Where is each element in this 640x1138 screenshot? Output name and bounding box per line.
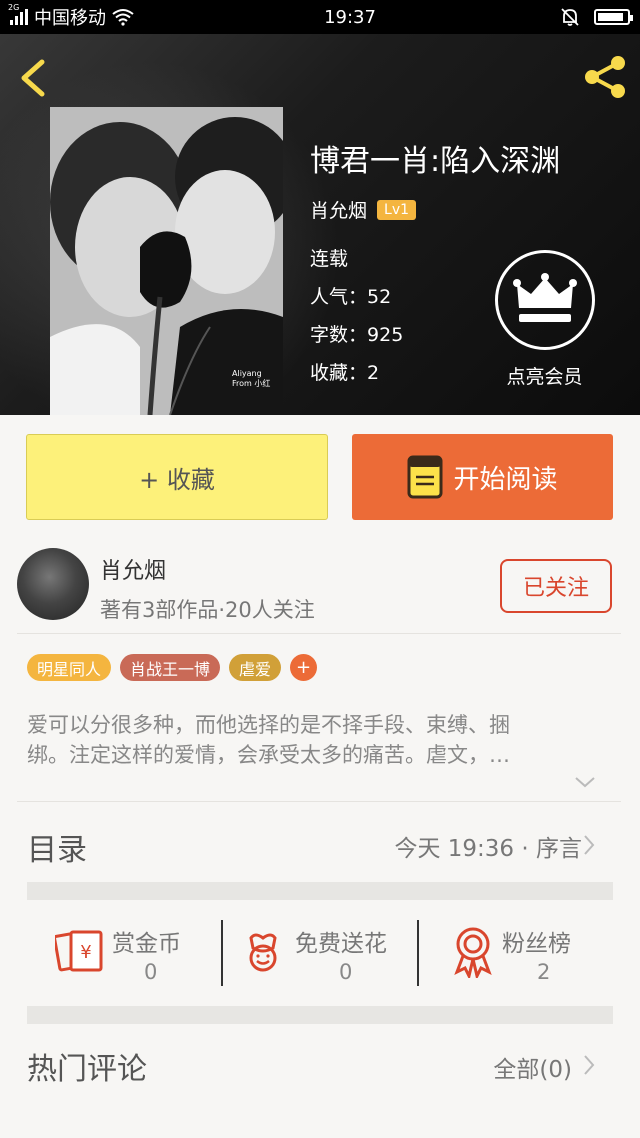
chevron-right-icon [584, 835, 595, 855]
reward-count: 2 [537, 960, 551, 984]
popularity-label: 人气： [310, 286, 368, 308]
vip-button[interactable]: 点亮会员 [492, 250, 597, 390]
word-count-stat: 字数：925 [310, 320, 403, 347]
reward-count: 0 [144, 960, 158, 984]
book-author[interactable]: 肖允烟 [310, 196, 367, 223]
start-reading-button[interactable]: 开始阅读 [352, 434, 613, 520]
chevron-right-icon [584, 1055, 595, 1075]
signal-icon: 2G [8, 3, 28, 25]
cover-watermark: Aliyang From 小红 [232, 369, 271, 388]
reward-label: 粉丝榜 [502, 931, 571, 957]
status-bar: 2G 中国移动 19:37 [0, 0, 640, 34]
favorites-value: 2 [367, 362, 380, 384]
book-icon [407, 455, 443, 499]
author-stats: 著有3部作品·20人关注 [100, 598, 315, 622]
catalog-title: 目录 [27, 833, 87, 868]
free-flower-item[interactable]: 免费送花 0 [223, 910, 417, 1006]
all-comments-link[interactable]: 全部(0) [493, 1050, 572, 1084]
tag-list: 明星同人 肖战王一博 虐爱 + [27, 654, 318, 681]
popularity-stat: 人气：52 [310, 282, 391, 309]
add-tag-button[interactable]: + [290, 654, 318, 681]
book-cover[interactable]: Aliyang From 小红 [50, 107, 283, 415]
add-to-shelf-button[interactable]: + 收藏 [26, 434, 328, 520]
network-type: 2G [8, 3, 20, 12]
crown-icon [494, 250, 595, 350]
reward-label: 赏金币 [112, 931, 181, 957]
level-badge: Lv1 [377, 199, 417, 220]
wifi-icon [112, 9, 134, 26]
reward-count: 0 [339, 960, 353, 984]
author-line: 肖允烟 Lv1 [310, 196, 417, 223]
chevron-down-icon[interactable] [573, 775, 597, 789]
vip-label: 点亮会员 [506, 366, 583, 388]
synopsis-line: 绑。注定这样的爱情，会承受太多的痛苦。虐文，… [27, 743, 510, 767]
book-hero: 2G 中国移动 19:37 Aliyang From 小红 博君一肖:陷入深渊 … [0, 0, 640, 415]
book-title: 博君一肖:陷入深渊 [310, 144, 561, 179]
start-reading-label: 开始阅读 [453, 464, 558, 495]
book-synopsis[interactable]: 爱可以分很多种，而他选择的是不择手段、束缚、捆 绑。注定这样的爱情，会承受太多的… [27, 710, 607, 770]
fan-ranking-item[interactable]: 粉丝榜 2 [419, 910, 613, 1006]
award-ribbon-icon [454, 927, 492, 978]
serial-status: 连载 [310, 248, 349, 270]
back-arrow-icon[interactable] [14, 56, 54, 100]
section-separator [27, 1006, 613, 1024]
divider [17, 801, 621, 802]
flower-icon [249, 933, 277, 972]
battery-icon [594, 9, 633, 25]
synopsis-line: 爱可以分很多种，而他选择的是不择手段、束缚、捆 [27, 713, 510, 737]
carrier-name: 中国移动 [34, 8, 106, 29]
tag-item[interactable]: 明星同人 [27, 654, 112, 681]
mute-bell-icon [561, 8, 579, 26]
follow-button[interactable]: 已关注 [500, 559, 612, 613]
word-count-value: 925 [367, 324, 404, 346]
favorites-label: 收藏： [310, 362, 368, 384]
share-icon[interactable] [580, 52, 630, 102]
author-avatar[interactable] [17, 548, 89, 620]
hot-comments-title: 热门评论 [27, 1052, 147, 1087]
catalog-row[interactable]: 目录 今天 19:36 · 序言 [0, 815, 640, 875]
tag-item[interactable]: 虐爱 [229, 654, 282, 681]
author-name[interactable]: 肖允烟 [100, 553, 166, 585]
hot-comments-header[interactable]: 热门评论 全部(0) [0, 1030, 640, 1100]
clock: 19:37 [324, 6, 376, 28]
reward-bar: ¥ 赏金币 0 免费送花 0 粉丝榜 2 [27, 910, 613, 1006]
word-count-label: 字数： [310, 324, 368, 346]
latest-chapter: 今天 19:36 · 序言 [394, 836, 582, 862]
reward-coins-item[interactable]: ¥ 赏金币 0 [27, 910, 222, 1006]
red-envelope-icon: ¥ [55, 930, 103, 972]
section-separator [27, 882, 613, 900]
svg-text:¥: ¥ [80, 942, 91, 963]
divider [17, 633, 621, 634]
favorites-stat: 收藏：2 [310, 358, 379, 385]
reward-label: 免费送花 [295, 931, 387, 957]
tag-item[interactable]: 肖战王一博 [120, 654, 221, 681]
popularity-value: 52 [367, 286, 392, 308]
